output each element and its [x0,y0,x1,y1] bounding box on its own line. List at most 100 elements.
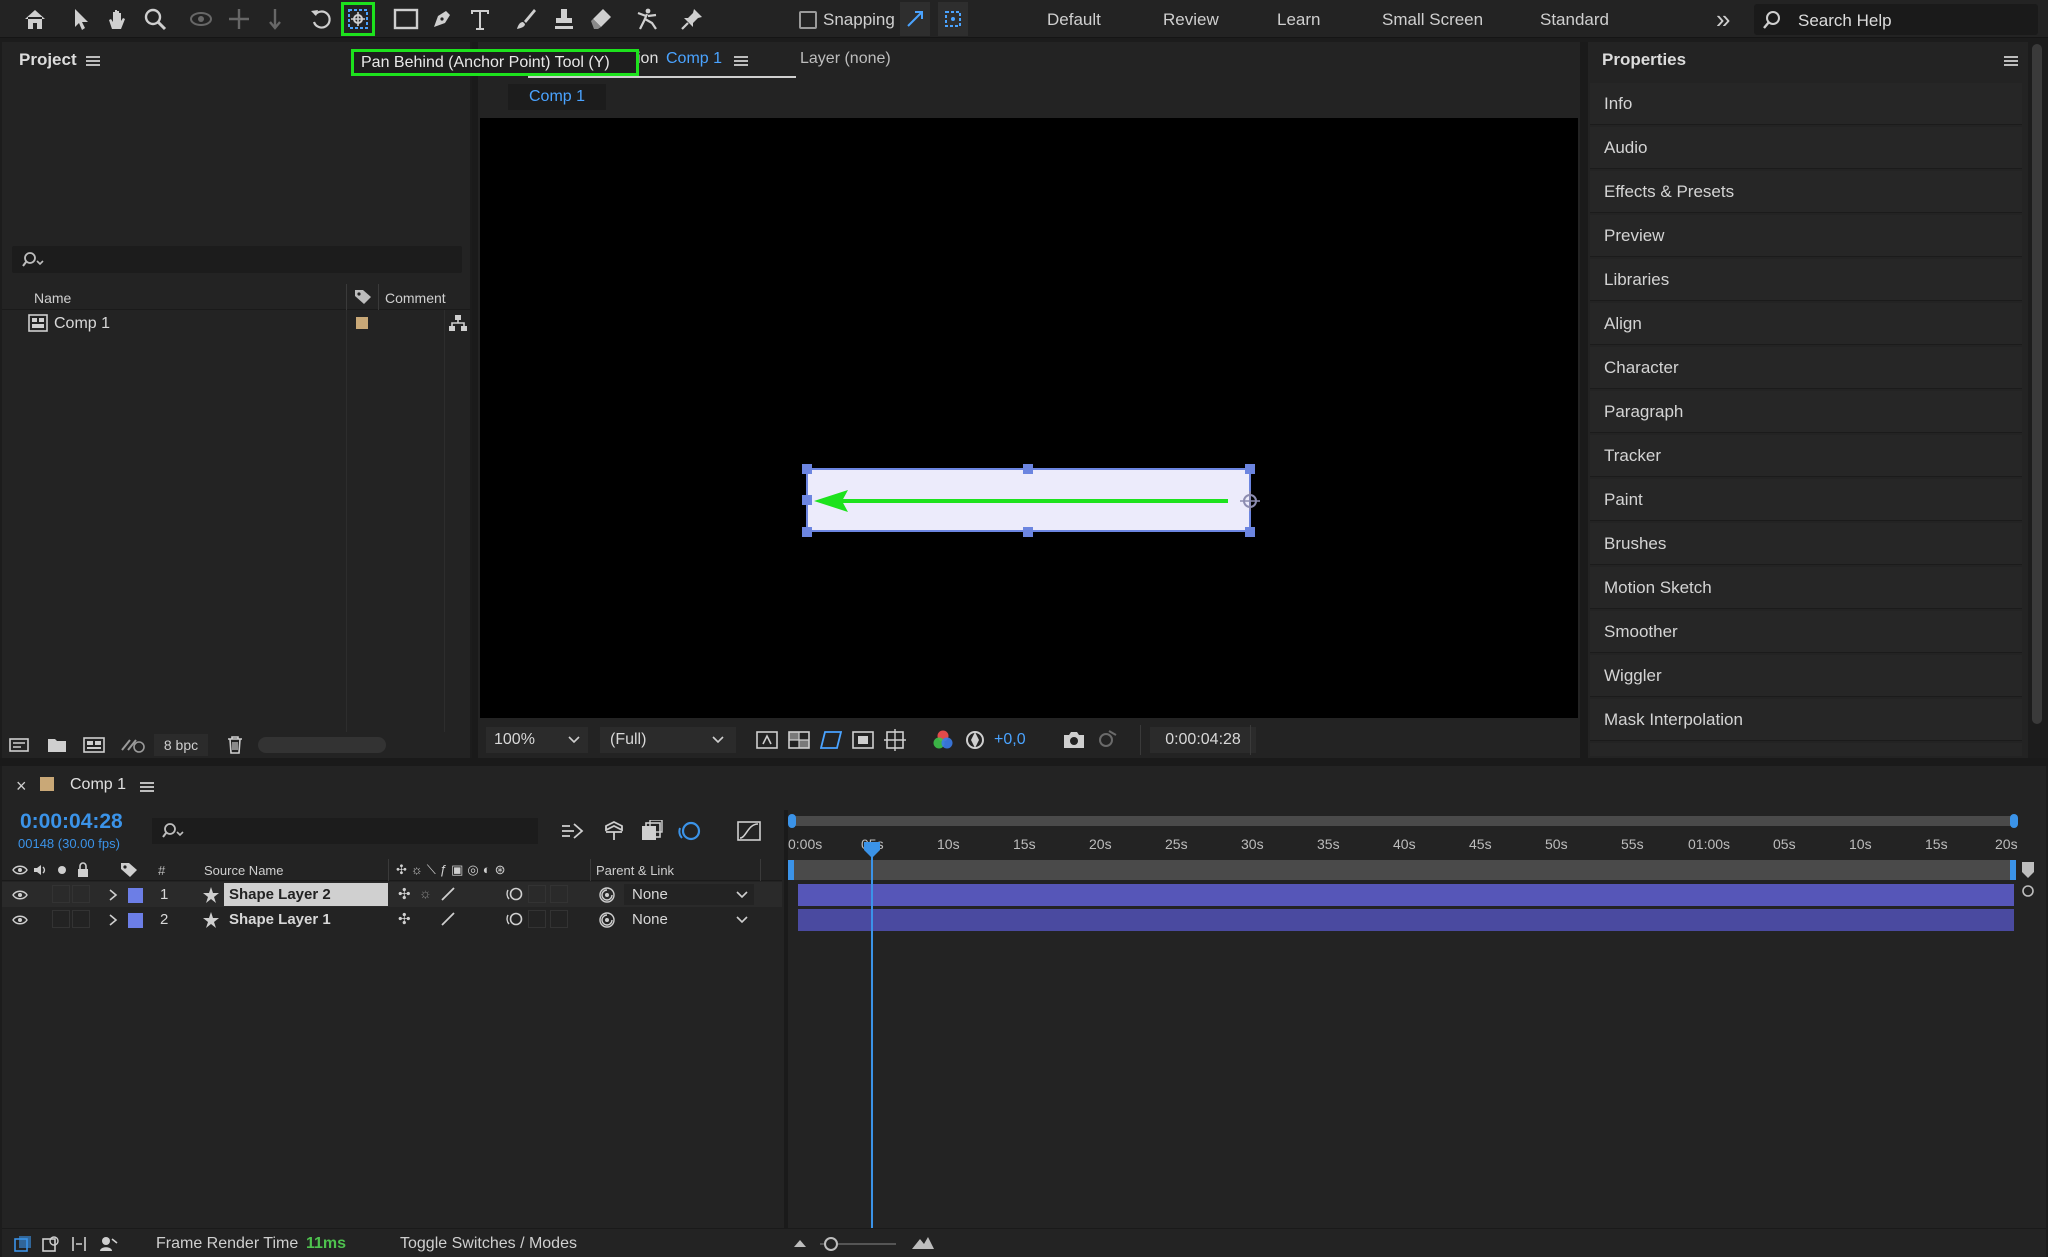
panel-audio[interactable]: Audio [1590,127,2022,169]
transform-handle[interactable] [802,495,812,505]
work-area-end[interactable] [2010,860,2016,880]
reset-exposure-icon[interactable] [964,729,986,751]
label-color-swatch[interactable] [356,317,368,329]
eye-icon[interactable] [12,889,28,901]
solo-switch[interactable] [52,885,70,903]
resolution-dropdown[interactable]: (Full) [600,727,736,753]
panel-libraries[interactable]: Libraries [1590,259,2022,301]
search-help-field[interactable]: Search Help [1754,4,2038,35]
work-area-navigator[interactable] [792,816,2016,826]
region-of-interest-icon[interactable] [852,730,874,750]
project-item-comp-1[interactable]: Comp 1 [2,311,470,335]
roto-brush-tool-icon[interactable] [630,2,664,36]
color-depth-button[interactable]: 8 bpc [154,734,208,756]
rotation-tool-icon[interactable] [304,2,338,36]
panel-info[interactable]: Info [1590,83,2022,125]
pan-camera-tool-icon[interactable] [222,2,256,36]
exposure-value[interactable]: +0,0 [994,731,1026,749]
rectangle-tool-icon[interactable] [389,2,423,36]
timeline-current-time[interactable]: 0:00:04:28 [20,810,123,834]
render-time-icon[interactable] [98,1235,118,1253]
properties-panel-menu-icon[interactable] [2004,54,2018,68]
transform-handle[interactable] [1023,527,1033,537]
parent-dropdown[interactable]: None [624,909,754,930]
layer-switches-icon[interactable] [14,1235,32,1253]
navigator-start-handle[interactable] [788,814,796,828]
panel-preview[interactable]: Preview [1590,215,2022,257]
zoom-out-icon[interactable] [792,1237,808,1249]
channel-rgb-icon[interactable] [932,729,954,751]
panel-brushes[interactable]: Brushes [1590,523,2022,565]
shy-switch-icon[interactable]: ✣ [398,910,411,928]
motion-blur-switch-icon[interactable] [506,911,524,927]
parent-pick-whip-icon[interactable] [598,886,616,904]
work-area-bar[interactable] [792,860,2014,880]
quality-switch-icon[interactable] [440,886,456,902]
graph-editor-icon[interactable] [736,820,762,842]
frame-blending-icon[interactable] [640,820,664,842]
trash-icon[interactable] [226,735,244,755]
motion-blur-switch-icon[interactable] [506,886,524,902]
shy-switch-icon[interactable]: ✣ [398,885,411,903]
workspace-small-screen[interactable]: Small Screen [1382,10,1483,30]
properties-scrollbar[interactable] [2028,42,2046,758]
snap-edges-icon[interactable] [900,2,930,36]
clone-stamp-tool-icon[interactable] [547,2,581,36]
snapshot-camera-icon[interactable] [1062,729,1086,751]
workspace-default[interactable]: Default [1047,10,1101,30]
transform-handle[interactable] [1245,464,1255,474]
adjustment-switch[interactable] [528,910,546,928]
snapping-checkbox[interactable] [799,11,817,29]
playhead-line[interactable] [871,846,873,1238]
parent-pick-whip-icon[interactable] [598,911,616,929]
expand-chevron-icon[interactable] [108,914,118,926]
puppet-pin-tool-icon[interactable] [675,2,709,36]
timeline-tab-name[interactable]: Comp 1 [70,776,126,794]
comp-panel-tab-partial[interactable]: ion [637,50,658,68]
workspace-standard[interactable]: Standard [1540,10,1609,30]
lock-switch[interactable] [72,910,90,928]
draft-3d-icon[interactable] [602,820,626,842]
show-snapshot-icon[interactable] [1094,729,1118,751]
motion-blur-icon[interactable] [678,820,702,842]
panel-paragraph[interactable]: Paragraph [1590,391,2022,433]
pan-behind-tool-icon[interactable] [341,2,375,36]
quality-switch-icon[interactable] [440,911,456,927]
panel-motion-sketch[interactable]: Motion Sketch [1590,567,2022,609]
comp-flowchart-icon[interactable] [560,820,586,842]
flowchart-icon[interactable] [448,314,468,332]
magnification-dropdown[interactable]: 100% [486,727,588,753]
source-name-header[interactable]: Source Name [204,863,283,878]
orbit-camera-tool-icon[interactable] [184,2,218,36]
interpret-footage-icon[interactable] [8,736,32,754]
fast-previews-icon[interactable] [756,730,778,750]
layer-name[interactable]: Shape Layer 2 [229,886,331,903]
eye-icon[interactable] [12,914,28,926]
type-tool-icon[interactable] [463,2,497,36]
navigator-end-handle[interactable] [2010,814,2018,828]
layer-row-1[interactable]: 1 Shape Layer 2 ✣ ☼ None [2,882,782,907]
panel-wiggler[interactable]: Wiggler [1590,655,2022,697]
timeline-menu-icon[interactable] [140,780,154,794]
transform-handle[interactable] [1023,464,1033,474]
work-area-start[interactable] [788,860,794,880]
col-comment-header[interactable]: Comment [385,290,446,306]
new-composition-icon[interactable] [82,736,106,754]
time-graph[interactable]: 0:00s 05s 10s 15s 20s 25s 30s 35s 40s 45… [788,810,2018,1238]
panel-tracker[interactable]: Tracker [1590,435,2022,477]
panel-character[interactable]: Character [1590,347,2022,389]
snap-features-icon[interactable] [938,2,968,36]
transfer-controls-icon[interactable] [42,1235,60,1253]
col-name-header[interactable]: Name [34,290,71,306]
new-folder-icon[interactable] [46,736,68,754]
current-time-display[interactable]: 0:00:04:28 [1150,727,1256,753]
expand-chevron-icon[interactable] [108,889,118,901]
collapse-switch-icon[interactable]: ☼ [419,885,432,901]
zoom-in-icon[interactable] [910,1235,936,1251]
time-ruler[interactable]: 0:00s 05s 10s 15s 20s 25s 30s 35s 40s 45… [788,828,2018,858]
transform-handle[interactable] [1245,527,1255,537]
3d-switch[interactable] [550,910,568,928]
panel-mask-interpolation[interactable]: Mask Interpolation [1590,699,2022,741]
toggle-switches-modes-button[interactable]: Toggle Switches / Modes [400,1235,577,1253]
close-icon[interactable]: × [16,776,27,797]
